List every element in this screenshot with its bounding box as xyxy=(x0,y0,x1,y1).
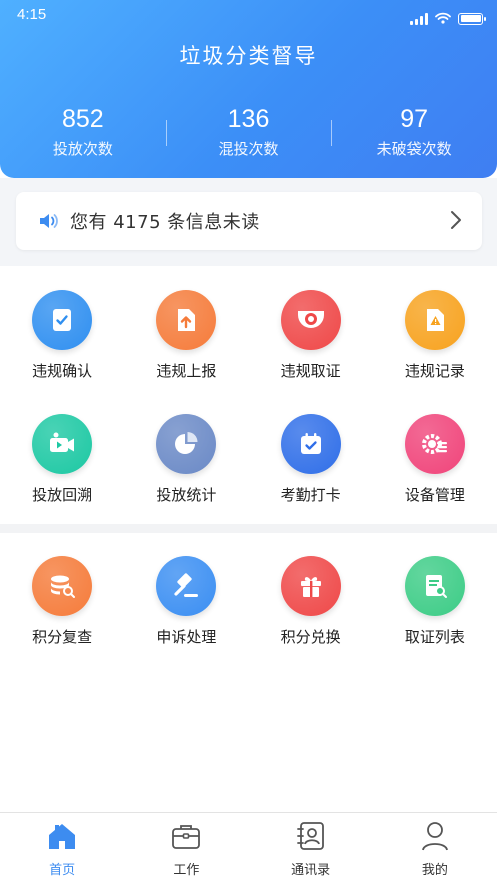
stat-value: 136 xyxy=(227,105,270,133)
stat-label: 混投次数 xyxy=(218,140,279,158)
grid-item-calendar-check[interactable]: 考勤打卡 xyxy=(249,414,373,512)
stat-value: 97 xyxy=(400,105,429,133)
grid-item-pie-chart[interactable]: 投放统计 xyxy=(124,414,248,512)
grid-item-label: 投放统计 xyxy=(156,486,217,504)
tab-person[interactable]: 我的 xyxy=(373,813,497,883)
speaker-icon xyxy=(38,210,60,232)
grid-item-label: 违规确认 xyxy=(32,362,93,380)
list-search-icon xyxy=(404,556,465,616)
tab-home[interactable]: 首页 xyxy=(0,813,124,883)
stat-item[interactable]: 852 投放次数 xyxy=(0,100,166,164)
unread-notice-bar[interactable]: 您有 4175 条信息未读 xyxy=(16,192,482,250)
document-check-icon xyxy=(32,290,93,350)
grid-item-label: 设备管理 xyxy=(404,486,465,504)
calendar-check-icon xyxy=(280,414,341,474)
signal-icon xyxy=(410,12,428,25)
tab-label: 工作 xyxy=(173,863,200,878)
tab-contacts[interactable]: 通讯录 xyxy=(249,813,373,883)
pie-chart-icon xyxy=(156,414,217,474)
grid-item-list-search[interactable]: 取证列表 xyxy=(373,556,497,654)
gear-list-icon xyxy=(404,414,465,474)
stat-label: 未破袋次数 xyxy=(376,140,452,158)
grid-item-camera[interactable]: 违规取证 xyxy=(249,290,373,388)
page-title: 垃圾分类督导 xyxy=(179,44,318,68)
tab-label: 通讯录 xyxy=(291,863,331,878)
grid-item-label: 取证列表 xyxy=(404,628,465,646)
tab-label: 首页 xyxy=(49,863,76,878)
grid-item-label: 考勤打卡 xyxy=(280,486,341,504)
grid-item-label: 积分兑换 xyxy=(280,628,341,646)
wifi-icon xyxy=(435,9,451,28)
grid-item-gift[interactable]: 积分兑换 xyxy=(249,556,373,654)
status-time: 4:15 xyxy=(17,6,47,23)
camera-icon xyxy=(280,290,341,350)
grid-item-video[interactable]: 投放回溯 xyxy=(0,414,124,512)
grid-item-label: 违规取证 xyxy=(280,362,341,380)
grid-item-coins-search[interactable]: 积分复查 xyxy=(0,556,124,654)
video-icon xyxy=(32,414,93,474)
coins-search-icon xyxy=(32,556,93,616)
function-grid-primary: 违规确认 违规上报 违规取证 违规记录投放回溯 投放统计 考勤打卡 设备管理 xyxy=(0,290,497,512)
stat-item[interactable]: 136 混投次数 xyxy=(165,100,332,164)
contacts-icon xyxy=(294,820,328,856)
bottom-tab-bar: 首页 工作 通讯录 我的 xyxy=(0,812,497,883)
gift-icon xyxy=(280,556,341,616)
upload-file-icon xyxy=(156,290,217,350)
notice-text: 您有 4175 条信息未读 xyxy=(70,212,260,233)
chevron-right-icon xyxy=(450,210,462,234)
function-grid-secondary: 积分复查 申诉处理 积分兑换 取证列表 xyxy=(0,556,497,654)
tab-label: 我的 xyxy=(421,863,448,878)
home-icon xyxy=(45,820,79,856)
grid-item-document-check[interactable]: 违规确认 xyxy=(0,290,124,388)
grid-item-label: 违规上报 xyxy=(156,362,217,380)
tab-briefcase[interactable]: 工作 xyxy=(124,813,248,883)
stat-label: 投放次数 xyxy=(52,140,113,158)
grid-item-upload-file[interactable]: 违规上报 xyxy=(124,290,248,388)
gavel-icon xyxy=(156,556,217,616)
grid-item-label: 积分复查 xyxy=(32,628,93,646)
grid-item-gavel[interactable]: 申诉处理 xyxy=(124,556,248,654)
status-bar: 4:15 xyxy=(0,0,497,32)
stat-item[interactable]: 97 未破袋次数 xyxy=(331,100,497,164)
person-icon xyxy=(418,820,452,856)
warning-file-icon xyxy=(404,290,465,350)
grid-item-label: 投放回溯 xyxy=(32,486,93,504)
briefcase-icon xyxy=(169,820,203,856)
grid-item-label: 申诉处理 xyxy=(156,628,217,646)
header: 4:15 垃圾分类督导 852 投放次数 136 混投次数 97 未破袋次数 xyxy=(0,0,497,178)
battery-icon xyxy=(458,12,486,25)
grid-item-gear-list[interactable]: 设备管理 xyxy=(373,414,497,512)
stats-row: 852 投放次数 136 混投次数 97 未破袋次数 xyxy=(0,100,497,164)
grid-item-label: 违规记录 xyxy=(404,362,465,380)
section-divider xyxy=(0,524,497,533)
grid-item-warning-file[interactable]: 违规记录 xyxy=(373,290,497,388)
stat-value: 852 xyxy=(61,105,104,133)
